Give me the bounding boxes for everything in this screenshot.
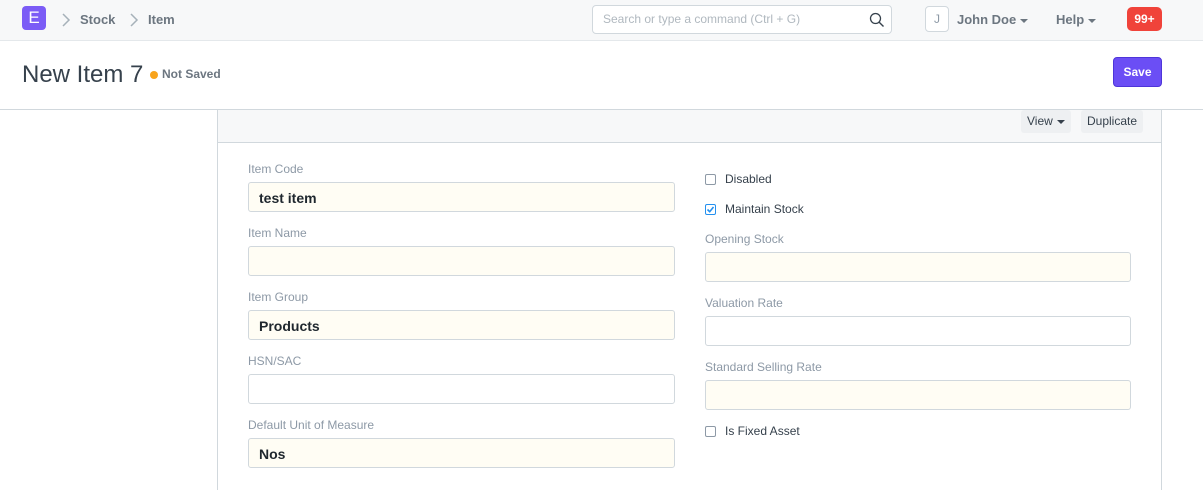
- avatar[interactable]: J: [925, 6, 949, 32]
- navbar: E Stock Item J John Doe Help 99+: [0, 0, 1203, 41]
- is-fixed-asset-checkbox[interactable]: [705, 426, 716, 437]
- view-label: View: [1027, 114, 1053, 128]
- view-menu-button[interactable]: View: [1021, 110, 1071, 133]
- disabled-checkbox[interactable]: [705, 174, 716, 185]
- search-icon[interactable]: [869, 12, 885, 28]
- user-menu[interactable]: John Doe: [957, 12, 1029, 27]
- form-toolbar: View Duplicate: [218, 110, 1161, 143]
- standard-selling-rate-field[interactable]: [705, 380, 1131, 410]
- search-input[interactable]: [603, 12, 863, 26]
- item-group-value: Products: [259, 318, 320, 334]
- caret-down-icon: [1020, 18, 1029, 23]
- notification-badge[interactable]: 99+: [1127, 7, 1162, 31]
- item-group-label: Item Group: [248, 290, 309, 304]
- hsn-sac-field[interactable]: [248, 374, 675, 404]
- item-group-field[interactable]: Products: [248, 310, 675, 340]
- item-code-field[interactable]: test item: [248, 182, 675, 212]
- item-name-field[interactable]: [248, 246, 675, 276]
- breadcrumb-item[interactable]: Item: [148, 12, 175, 27]
- help-menu[interactable]: Help: [1056, 12, 1097, 27]
- uom-field[interactable]: Nos: [248, 438, 675, 468]
- breadcrumb-stock[interactable]: Stock: [80, 12, 115, 27]
- standard-selling-rate-label: Standard Selling Rate: [705, 360, 822, 374]
- hsn-sac-label: HSN/SAC: [248, 354, 302, 368]
- caret-down-icon: [1056, 119, 1065, 124]
- save-button[interactable]: Save: [1113, 57, 1162, 87]
- is-fixed-asset-label: Is Fixed Asset: [725, 424, 800, 438]
- form-layout: View Duplicate Item Code test item Item …: [217, 110, 1162, 490]
- app-logo[interactable]: E: [22, 6, 46, 30]
- check-icon: [706, 206, 715, 213]
- chevron-right-icon: [62, 13, 71, 27]
- user-name-label: John Doe: [957, 12, 1017, 27]
- maintain-stock-checkbox[interactable]: [705, 204, 716, 215]
- opening-stock-field[interactable]: [705, 252, 1131, 282]
- status-indicator-dot: [150, 71, 158, 79]
- valuation-rate-field[interactable]: [705, 316, 1131, 346]
- page-title: New Item 7: [22, 61, 144, 88]
- uom-label: Default Unit of Measure: [248, 418, 375, 432]
- maintain-stock-label: Maintain Stock: [725, 202, 804, 216]
- item-code-label: Item Code: [248, 162, 304, 176]
- caret-down-icon: [1088, 18, 1097, 23]
- item-code-value: test item: [259, 190, 317, 206]
- status-badge: Not Saved: [162, 67, 221, 81]
- page-head: New Item 7 Not Saved Save: [0, 41, 1203, 110]
- opening-stock-label: Opening Stock: [705, 232, 784, 246]
- help-label: Help: [1056, 12, 1085, 27]
- uom-value: Nos: [259, 446, 286, 462]
- duplicate-button[interactable]: Duplicate: [1081, 110, 1144, 133]
- chevron-right-icon: [130, 13, 139, 27]
- valuation-rate-label: Valuation Rate: [705, 296, 783, 310]
- search-bar[interactable]: [592, 5, 892, 34]
- item-name-label: Item Name: [248, 226, 307, 240]
- disabled-label: Disabled: [725, 172, 772, 186]
